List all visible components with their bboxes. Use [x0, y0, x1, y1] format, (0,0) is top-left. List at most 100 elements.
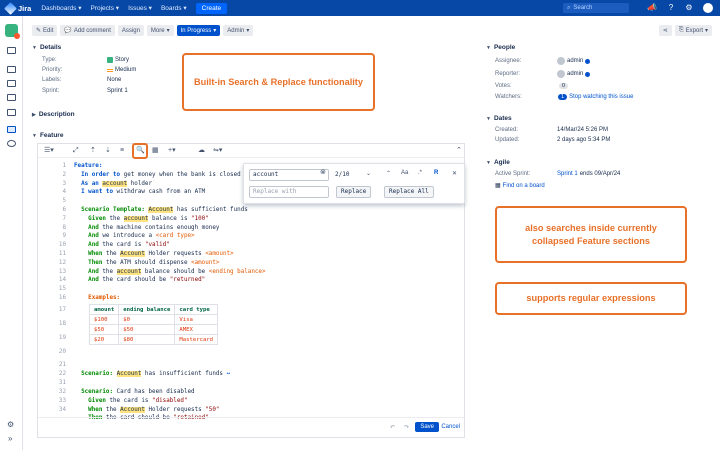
details-heading[interactable]: ▼ Details	[32, 44, 61, 51]
watchers-value: 1 Stop watching this issue	[558, 94, 633, 100]
assignee-value[interactable]: admin	[557, 57, 591, 65]
fold-down-icon[interactable]: ⇣	[105, 147, 111, 155]
export-button[interactable]: ⎘ Export ▾	[674, 25, 712, 36]
feature-heading[interactable]: ▼ Feature	[32, 132, 63, 139]
pencil-icon: ✎	[36, 28, 42, 34]
undo-icon[interactable]: ↶	[390, 424, 395, 431]
gear-icon[interactable]: ⚙	[684, 3, 694, 13]
line-number: 14	[58, 277, 66, 284]
line-number: 22	[58, 371, 66, 377]
table-cell[interactable]: $20	[88, 334, 120, 345]
issue-toolbar: ✎ Edit 💬 Add comment Assign More ▾ In Prog…	[23, 25, 254, 37]
create-button[interactable]: Create	[195, 2, 228, 14]
list-icon[interactable]: ☰▾	[44, 147, 54, 155]
table-cell[interactable]: $50	[88, 324, 120, 335]
table-header: amount	[88, 304, 120, 315]
menu-boards[interactable]: Boards ▾	[161, 4, 187, 12]
help-icon[interactable]: ?	[666, 3, 676, 13]
menu-dashboards[interactable]: Dashboards ▾	[41, 4, 81, 12]
project-avatar[interactable]	[5, 24, 20, 39]
issues-icon[interactable]	[7, 126, 16, 133]
backlog-icon[interactable]	[7, 66, 16, 73]
cancel-button[interactable]: Cancel	[441, 424, 460, 430]
addons-icon[interactable]	[7, 140, 16, 147]
add-icon[interactable]: +▾	[168, 147, 176, 155]
table-header-row: amount ending balance card type	[88, 304, 219, 315]
add-comment-button[interactable]: 💬 Add comment	[60, 25, 115, 36]
board-icon[interactable]	[7, 47, 16, 54]
updated-value: 2 days ago 5:34 PM	[557, 137, 611, 143]
stop-watching-link[interactable]: Stop watching this issue	[569, 94, 633, 100]
top-navigation: Jira Dashboards ▾ Projects ▾ Issues ▾ Bo…	[0, 0, 720, 16]
project-settings-icon[interactable]: ⚙	[7, 420, 14, 429]
dates-heading[interactable]: ▼ Dates	[486, 115, 512, 122]
active-sprint-label: Active Sprint:	[495, 171, 531, 177]
expand-sidebar-icon[interactable]: »	[8, 434, 12, 443]
edit-button[interactable]: ✎ Edit	[32, 25, 58, 36]
replace-all-button[interactable]: Replace All	[384, 186, 434, 198]
save-button[interactable]: Save	[415, 422, 439, 432]
search-replace-panel: account ⊗ 2/10 ⌄ ⌃ Aa .* R ✕ Replace wit…	[243, 163, 465, 204]
table-cell[interactable]: Visa	[174, 314, 219, 325]
global-search-input[interactable]: ⌕ Search	[563, 3, 629, 13]
export-icon: ⎘	[678, 27, 684, 33]
watchers-badge[interactable]: 1	[558, 94, 568, 100]
releases-icon[interactable]	[7, 94, 16, 101]
table-cell[interactable]: $80	[118, 334, 176, 345]
replace-button[interactable]: Replace	[336, 186, 372, 198]
settings-toggle-icon[interactable]: ⇋▾	[213, 147, 222, 155]
status-button[interactable]: In Progress ▾	[176, 25, 221, 36]
examples-table[interactable]: amount ending balance card type $100 $0 …	[88, 304, 219, 345]
whole-word-toggle[interactable]: .*	[418, 170, 422, 176]
table-cell[interactable]: $0	[118, 314, 176, 325]
table-cell[interactable]: $50	[118, 324, 176, 335]
table-icon[interactable]: ▦	[152, 147, 159, 155]
chevron-down-icon[interactable]: ⌄	[366, 170, 371, 177]
previous-match-icon[interactable]: ⌃	[386, 170, 391, 177]
redo-icon[interactable]: ↷	[404, 424, 409, 431]
close-icon[interactable]: ✕	[452, 170, 457, 177]
fold-up-icon[interactable]: ⇡	[90, 147, 96, 155]
sprint-link[interactable]: Sprint 1	[557, 171, 578, 177]
reports-icon[interactable]	[7, 80, 16, 87]
table-cell[interactable]: Mastercard	[174, 334, 219, 345]
expand-icon[interactable]: ⤢	[73, 147, 79, 155]
notifications-icon[interactable]: 📣	[647, 3, 657, 13]
regex-toggle[interactable]: R	[434, 170, 438, 176]
collapse-editor-icon[interactable]: ⌃	[456, 147, 462, 155]
assign-button[interactable]: Assign	[117, 25, 144, 36]
agile-heading[interactable]: ▼ Agile	[486, 159, 510, 166]
reporter-value[interactable]: admin	[557, 70, 591, 78]
search-query-input[interactable]: account	[249, 169, 329, 181]
jira-logo[interactable]: Jira	[4, 1, 31, 15]
components-icon[interactable]	[7, 109, 16, 116]
description-heading[interactable]: ▶ Description	[32, 111, 75, 118]
replace-input[interactable]: Replace with	[249, 186, 329, 198]
find-on-board[interactable]: ▦ Find on a board	[495, 182, 545, 190]
code-line: And the card should be "returned"	[74, 277, 206, 284]
chevron-down-icon: ▼	[32, 132, 37, 139]
clear-search-icon[interactable]: ⊗	[320, 168, 326, 176]
folded-section-icon[interactable]: ↔	[227, 371, 231, 377]
board-link-icon: ▦	[495, 183, 501, 189]
cloud-icon[interactable]: ☁	[198, 147, 205, 155]
toolbar-right: ⋖ ⎘ Export ▾	[658, 25, 712, 36]
votes-badge[interactable]: 0	[559, 83, 569, 89]
line-number: 5	[62, 198, 66, 205]
table-cell[interactable]: $100	[88, 314, 120, 325]
avatar	[557, 57, 565, 65]
menu-projects[interactable]: Projects ▾	[91, 4, 120, 12]
profile-avatar[interactable]	[703, 3, 713, 13]
match-case-toggle[interactable]: Aa	[401, 170, 408, 176]
code-line: Scenario: Account has insufficient funds…	[74, 371, 231, 377]
format-icon[interactable]: ≡	[120, 147, 124, 155]
share-button[interactable]: ⋖	[658, 25, 672, 36]
menu-issues[interactable]: Issues ▾	[128, 4, 152, 12]
code-line: And the account balance should be <endin…	[74, 268, 266, 275]
priority-medium-icon	[107, 68, 113, 72]
people-heading[interactable]: ▼ People	[486, 44, 515, 51]
admin-button[interactable]: Admin ▾	[223, 25, 254, 36]
more-button[interactable]: More ▾	[146, 25, 174, 36]
table-cell[interactable]: AMEX	[174, 324, 219, 335]
table-header: ending balance	[118, 304, 176, 315]
